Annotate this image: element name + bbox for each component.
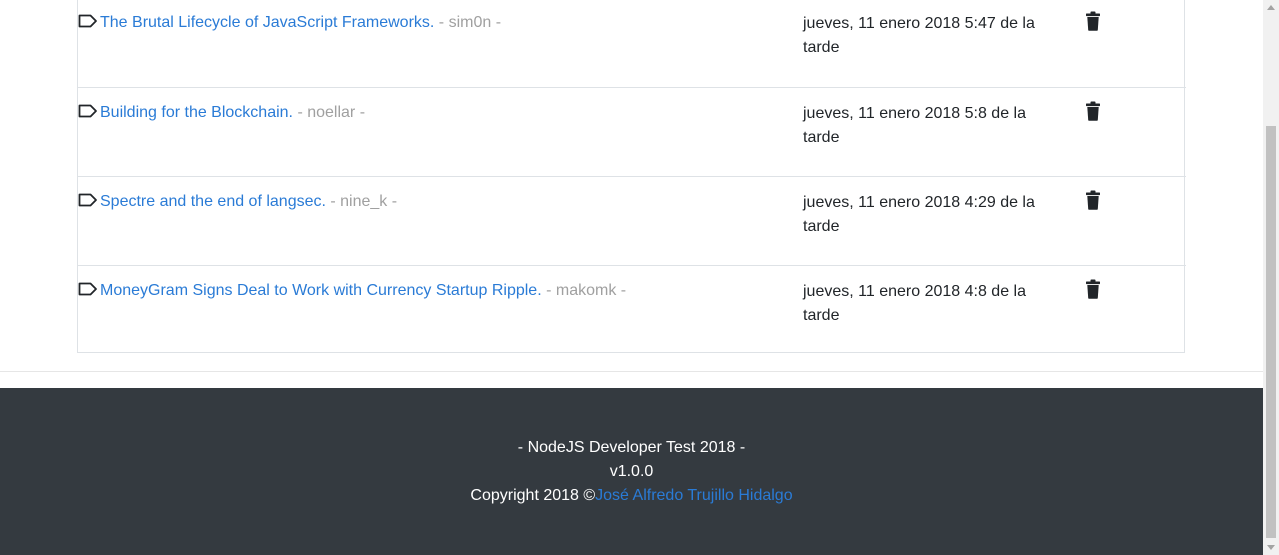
page-footer: - NodeJS Developer Test 2018 - v1.0.0 Co… [0, 388, 1263, 555]
article-date: jueves, 11 enero 2018 4:8 de la tarde [803, 283, 1026, 324]
table-row: The Brutal Lifecycle of JavaScript Frame… [78, 0, 1186, 87]
scroll-up-arrow-icon[interactable] [1267, 5, 1275, 10]
vertical-scrollbar[interactable] [1263, 0, 1279, 555]
tag-outline-icon [78, 104, 97, 118]
page-viewport: The Brutal Lifecycle of JavaScript Frame… [0, 0, 1263, 555]
footer-version: v1.0.0 [609, 463, 654, 480]
author-link[interactable]: José Alfredo Trujillo Hidalgo [595, 487, 792, 504]
scroll-down-arrow-icon[interactable] [1267, 545, 1275, 550]
article-title-line: MoneyGram Signs Deal to Work with Curren… [100, 280, 626, 302]
tag-outline-icon [78, 282, 97, 296]
article-author: - noellar - [293, 104, 366, 121]
table-row: MoneyGram Signs Deal to Work with Curren… [78, 265, 1186, 354]
article-date: jueves, 11 enero 2018 5:8 de la tarde [803, 105, 1026, 146]
trash-icon[interactable] [1085, 190, 1101, 210]
article-title-link[interactable]: Spectre and the end of langsec. [100, 193, 326, 210]
article-date: jueves, 11 enero 2018 5:47 de la tarde [803, 15, 1035, 56]
copyright-text: Copyright 2018 © [470, 487, 596, 504]
tag-outline-icon [78, 193, 97, 207]
scrollbar-thumb[interactable] [1266, 126, 1276, 538]
tag-outline-icon [78, 14, 97, 28]
article-title-line: Spectre and the end of langsec. - nine_k… [100, 191, 397, 213]
article-author: - nine_k - [325, 193, 398, 210]
article-author: - makomk - [541, 282, 627, 299]
article-title-line: Building for the Blockchain. - noellar - [100, 102, 365, 124]
article-title-link[interactable]: MoneyGram Signs Deal to Work with Curren… [100, 282, 542, 299]
trash-icon[interactable] [1085, 279, 1101, 299]
article-title-line: The Brutal Lifecycle of JavaScript Frame… [100, 12, 501, 34]
article-author: - sim0n - [434, 14, 502, 31]
article-date: jueves, 11 enero 2018 4:29 de la tarde [803, 194, 1035, 235]
footer-copyright: Copyright 2018 ©José Alfredo Trujillo Hi… [0, 484, 1263, 508]
section-divider [0, 371, 1263, 372]
table-row: Building for the Blockchain. - noellar -… [78, 87, 1186, 176]
trash-icon[interactable] [1085, 11, 1101, 31]
table-row: Spectre and the end of langsec. - nine_k… [78, 176, 1186, 265]
articles-table: The Brutal Lifecycle of JavaScript Frame… [77, 0, 1186, 354]
footer-title: - NodeJS Developer Test 2018 - [517, 439, 746, 456]
trash-icon[interactable] [1085, 101, 1101, 121]
article-title-link[interactable]: The Brutal Lifecycle of JavaScript Frame… [100, 14, 434, 31]
article-title-link[interactable]: Building for the Blockchain. [100, 104, 293, 121]
